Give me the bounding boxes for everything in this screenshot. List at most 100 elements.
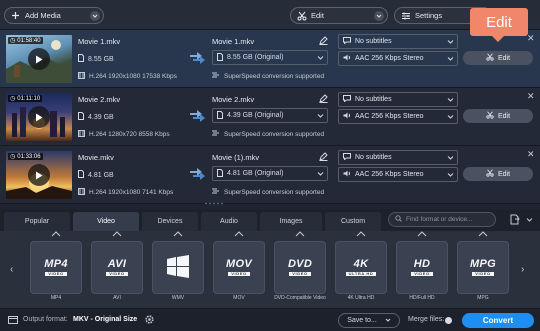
speaker-icon	[343, 54, 351, 63]
merge-files-toggle[interactable]	[445, 317, 452, 324]
top-toolbar: Add Media Edit Settings	[0, 0, 540, 30]
output-size-select[interactable]: 4.81 GB (Original)	[212, 166, 328, 181]
output-size-select[interactable]: 8.55 GB (Original)	[212, 50, 328, 65]
tab-video[interactable]: Video	[73, 212, 139, 231]
format-mpg[interactable]: MPG VIDEO	[457, 231, 509, 294]
superspeed-text: SuperSpeed conversion supported	[224, 72, 325, 80]
format-search-input[interactable]: Find format or device...	[388, 212, 496, 227]
format-badge-sub: VIDEO	[45, 272, 67, 276]
format-mov[interactable]: MOV VIDEO	[213, 231, 265, 294]
audio-track-select[interactable]: AAC 256 Kbps Stereo	[338, 51, 458, 66]
output-file-name[interactable]: Movie 2.mkv	[212, 95, 254, 104]
superspeed-text: SuperSpeed conversion supported	[224, 188, 325, 196]
chevron-up-icon	[173, 231, 183, 239]
tab-audio[interactable]: Audio	[201, 212, 257, 231]
convert-arrow-icon	[190, 52, 206, 66]
output-file-name[interactable]: Movie 1.mkv	[212, 37, 254, 46]
chevron-down-icon	[317, 54, 324, 63]
edit-button[interactable]: Edit	[463, 51, 533, 65]
tab-images[interactable]: Images	[260, 212, 322, 231]
chevron-down-icon[interactable]	[90, 11, 100, 21]
edit-button-label: Edit	[497, 112, 511, 120]
pencil-icon[interactable]	[319, 94, 328, 105]
edit-button[interactable]: Edit	[463, 109, 533, 123]
subtitles-select[interactable]: No subtitles	[338, 92, 458, 107]
format-gallery: ‹ › MP4 VIDEO AVI VIDEO MOV VIDEO DVD VIDEO …	[0, 231, 540, 308]
format-hd[interactable]: HD VIDEO	[396, 231, 448, 294]
subtitles-select[interactable]: No subtitles	[338, 34, 458, 49]
convert-arrow-icon	[190, 110, 206, 124]
format-4k[interactable]: 4K ULTRA HD	[335, 231, 387, 294]
merge-files-label: Merge files:	[408, 316, 445, 323]
format-label: HD/Full HD	[409, 295, 435, 301]
duration-badge: ◷ 01:11:10	[8, 95, 43, 102]
convert-button[interactable]: Convert	[462, 313, 534, 328]
edit-button[interactable]: Edit	[463, 167, 533, 181]
tab-popular[interactable]: Popular	[4, 212, 70, 231]
video-thumbnail[interactable]: ◷ 01:11:10	[6, 93, 72, 141]
edit-callout: Edit	[470, 8, 528, 42]
remove-file-icon[interactable]: ✕	[527, 33, 535, 44]
play-icon[interactable]	[28, 48, 50, 70]
source-video-info: H.264 1280x720 8558 Kbps	[78, 130, 170, 139]
format-badge-text: MPG	[470, 258, 496, 270]
format-wmv[interactable]	[152, 231, 204, 294]
duration-badge: ◷ 01:58:40	[8, 37, 43, 44]
format-mp4[interactable]: MP4 VIDEO	[30, 231, 82, 294]
pencil-icon[interactable]	[319, 36, 328, 47]
remove-file-icon[interactable]: ✕	[527, 91, 535, 102]
add-media-button[interactable]: Add Media	[4, 7, 104, 24]
format-badge: HD VIDEO	[411, 259, 433, 276]
gear-icon[interactable]	[144, 314, 155, 327]
speech-bubble-icon	[343, 95, 351, 104]
output-format-value[interactable]: MKV - Original Size	[73, 316, 137, 323]
chevron-down-icon	[317, 112, 324, 121]
output-file-name[interactable]: Movie (1).mkv	[212, 153, 259, 162]
video-thumbnail[interactable]: ◷ 01:58:40	[6, 35, 72, 83]
export-icon[interactable]	[510, 214, 520, 227]
remove-file-icon[interactable]: ✕	[527, 149, 535, 160]
chevron-left-icon[interactable]: ‹	[10, 264, 13, 275]
file-row[interactable]: ◷ 01:11:10 Movie 2.mkv 4.39 GB H.264 128…	[0, 88, 540, 146]
edit-toolbar-button[interactable]: Edit	[290, 7, 388, 24]
sliders-icon	[400, 10, 411, 21]
format-badge-text: DVD	[287, 258, 313, 270]
file-icon	[78, 112, 84, 122]
tab-devices[interactable]: Devices	[142, 212, 198, 231]
pencil-icon[interactable]	[319, 152, 328, 163]
source-size-text: 8.55 GB	[88, 55, 114, 63]
chevron-down-icon[interactable]	[526, 216, 533, 225]
source-file-size: 8.55 GB	[78, 54, 114, 64]
chevron-down-icon	[317, 170, 324, 179]
chevron-right-icon[interactable]: ›	[521, 264, 524, 275]
format-badge: MP4 VIDEO	[44, 259, 68, 276]
chevron-down-icon[interactable]	[374, 11, 384, 21]
superspeed-text: SuperSpeed conversion supported	[224, 130, 325, 138]
speed-icon	[212, 188, 220, 196]
scissors-icon	[296, 10, 307, 21]
format-label: MPG	[477, 295, 489, 301]
duration-text: 01:11:10	[17, 95, 41, 102]
subtitles-text: No subtitles	[355, 38, 392, 45]
subtitles-select[interactable]: No subtitles	[338, 150, 458, 165]
format-label: MOV	[233, 295, 245, 301]
format-avi[interactable]: AVI VIDEO	[91, 231, 143, 294]
output-size-text: 4.39 GB (Original)	[227, 112, 284, 119]
play-icon[interactable]	[28, 164, 50, 186]
format-label: 4K Ultra HD	[347, 295, 375, 301]
audio-track-select[interactable]: AAC 256 Kbps Stereo	[338, 109, 458, 124]
audio-track-select[interactable]: AAC 256 Kbps Stereo	[338, 167, 458, 182]
format-dvd[interactable]: DVD VIDEO	[274, 231, 326, 294]
drag-handle-icon[interactable]	[204, 202, 224, 205]
chevron-down-icon	[447, 38, 454, 47]
audio-text: AAC 256 Kbps Stereo	[355, 171, 424, 178]
file-row[interactable]: ◷ 01:33:06 Movie.mkv 4.81 GB H.264 1920x…	[0, 146, 540, 205]
output-size-select[interactable]: 4.39 GB (Original)	[212, 108, 328, 123]
play-icon[interactable]	[28, 106, 50, 128]
tab-label: Images	[279, 218, 303, 225]
tab-custom[interactable]: Custom	[325, 212, 381, 231]
scissors-icon	[486, 169, 494, 179]
video-thumbnail[interactable]: ◷ 01:33:06	[6, 151, 72, 199]
save-to-button[interactable]: Save to...	[338, 313, 400, 328]
file-row[interactable]: ◷ 01:58:40 Movie 1.mkv 8.55 GB H.264 192…	[0, 30, 540, 88]
